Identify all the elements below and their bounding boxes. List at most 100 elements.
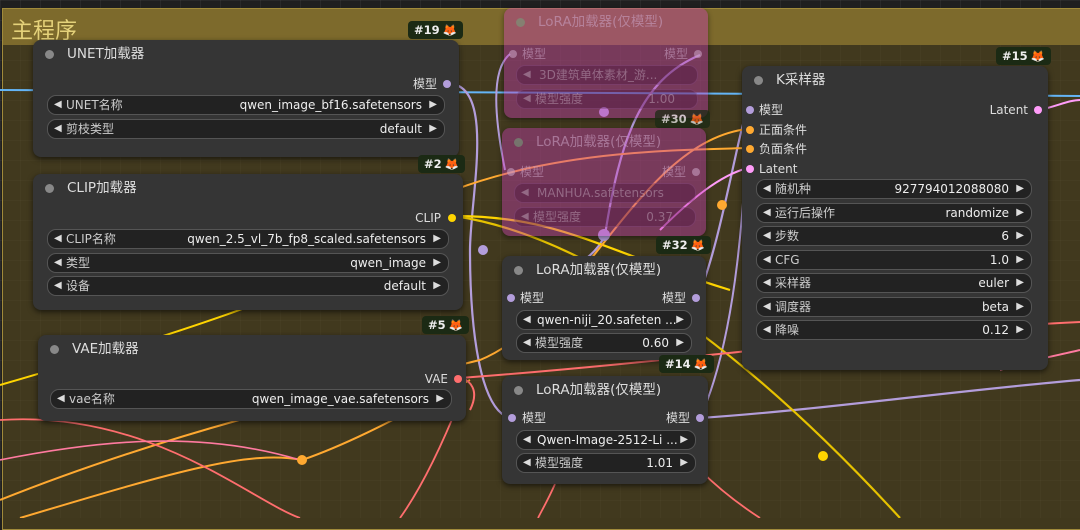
arrow-left-icon[interactable]: ◀ [521,208,529,226]
collapse-dot-icon[interactable] [45,184,54,193]
arrow-left-icon[interactable]: ◀ [54,230,62,248]
arrow-left-icon[interactable]: ◀ [54,120,62,138]
combo-scheduler[interactable]: ◀ 调度器 beta ▶ [756,297,1032,317]
arrow-left-icon[interactable]: ◀ [763,274,771,292]
arrow-left-icon[interactable]: ◀ [523,90,531,108]
node-title: LoRA加载器(仅模型) [536,262,662,278]
node-header[interactable]: CLIP加载器 [33,174,463,202]
combo-vae-name[interactable]: ◀ vae名称 qwen_image_vae.safetensors ▶ [50,389,452,409]
node-vae-loader[interactable]: VAE加载器 VAE ◀ vae名称 qwen_image_vae.safete… [38,335,466,421]
arrow-right-icon[interactable]: ▶ [433,277,441,295]
number-model-strength[interactable]: ◀ 模型强度 0.60 ▶ [516,333,692,353]
number-model-strength[interactable]: ◀ 模型强度 1.00 [516,89,698,109]
output-slot-latent[interactable] [1034,106,1042,114]
input-slot-positive[interactable] [746,126,754,134]
arrow-left-icon[interactable]: ◀ [54,277,62,295]
collapse-dot-icon[interactable] [50,345,59,354]
arrow-left-icon[interactable]: ◀ [763,227,771,245]
input-slot-model[interactable] [508,414,516,422]
node-header[interactable]: LoRA加载器(仅模型) [504,8,708,36]
node-header[interactable]: K采样器 [742,66,1048,94]
node-clip-loader[interactable]: CLIP加载器 CLIP ◀ CLIP名称 qwen_2.5_vl_7b_fp8… [33,174,463,310]
arrow-left-icon[interactable]: ◀ [763,298,771,316]
node-lora-32[interactable]: LoRA加载器(仅模型) 模型 模型 ◀ qwen-niji_20.safete… [502,256,706,360]
arrow-right-icon[interactable]: ▶ [676,334,684,352]
arrow-right-icon[interactable]: ▶ [1016,274,1024,292]
node-header[interactable]: VAE加载器 [38,335,466,363]
arrow-left-icon[interactable]: ◀ [54,96,62,114]
combo-lora-name[interactable]: ◀ 3D建筑单体素材_游... [516,65,698,85]
collapse-dot-icon[interactable] [514,386,523,395]
arrow-right-icon[interactable]: ▶ [676,311,684,329]
node-unet-loader[interactable]: UNET加载器 模型 ◀ UNET名称 qwen_image_bf16.safe… [33,40,459,157]
input-slot-model[interactable] [507,294,515,302]
output-slot-model[interactable] [696,414,704,422]
number-cfg[interactable]: ◀ CFG 1.0 ▶ [756,250,1032,270]
input-slot-model[interactable] [507,168,515,176]
arrow-right-icon[interactable]: ▶ [436,390,444,408]
arrow-right-icon[interactable]: ▶ [1016,227,1024,245]
arrow-left-icon[interactable]: ◀ [54,254,62,272]
arrow-left-icon[interactable]: ◀ [763,321,771,339]
combo-lora-name[interactable]: ◀ Qwen-Image-2512-Li ... ▶ [516,430,696,450]
combo-sampler[interactable]: ◀ 采样器 euler ▶ [756,273,1032,293]
combo-control-after[interactable]: ◀ 运行后操作 randomize ▶ [756,203,1032,223]
combo-clip-type[interactable]: ◀ 类型 qwen_image ▶ [47,253,449,273]
arrow-right-icon[interactable]: ▶ [680,431,688,449]
arrow-right-icon[interactable]: ▶ [1016,180,1024,198]
arrow-left-icon[interactable]: ◀ [523,431,531,449]
arrow-right-icon[interactable]: ▶ [1016,321,1024,339]
collapse-dot-icon[interactable] [514,266,523,275]
arrow-left-icon[interactable]: ◀ [57,390,65,408]
node-ksampler[interactable]: K采样器 模型 正面条件 负面条件 Latent Latent ◀ 随机种 92… [742,66,1048,370]
arrow-left-icon[interactable]: ◀ [523,66,531,84]
arrow-left-icon[interactable]: ◀ [763,251,771,269]
node-header[interactable]: UNET加载器 [33,40,459,68]
arrow-right-icon[interactable]: ▶ [1016,298,1024,316]
collapse-dot-icon[interactable] [754,76,763,85]
output-slot-model[interactable] [692,294,700,302]
arrow-left-icon[interactable]: ◀ [523,454,531,472]
node-lora-31[interactable]: LoRA加载器(仅模型) 模型 模型 ◀ 3D建筑单体素材_游... ◀ 模型强… [504,8,708,118]
output-slot-model[interactable] [692,168,700,176]
arrow-left-icon[interactable]: ◀ [523,334,531,352]
node-header[interactable]: LoRA加载器(仅模型) [502,128,706,156]
arrow-right-icon[interactable]: ▶ [429,96,437,114]
input-slot-latent[interactable] [746,165,754,173]
combo-unet-name[interactable]: ◀ UNET名称 qwen_image_bf16.safetensors ▶ [47,95,445,115]
number-model-strength[interactable]: ◀ 模型强度 0.37 [514,207,696,227]
arrow-left-icon[interactable]: ◀ [521,184,529,202]
arrow-right-icon[interactable]: ▶ [680,454,688,472]
number-steps[interactable]: ◀ 步数 6 ▶ [756,226,1032,246]
node-header[interactable]: LoRA加载器(仅模型) [502,256,706,284]
arrow-left-icon[interactable]: ◀ [763,204,771,222]
combo-lora-name[interactable]: ◀ MANHUA.safetensors [514,183,696,203]
arrow-right-icon[interactable]: ▶ [1016,204,1024,222]
combo-prune-type[interactable]: ◀ 剪枝类型 default ▶ [47,119,445,139]
number-denoise[interactable]: ◀ 降噪 0.12 ▶ [756,320,1032,340]
number-seed[interactable]: ◀ 随机种 927794012088080 ▶ [756,179,1032,199]
arrow-left-icon[interactable]: ◀ [523,311,531,329]
input-slot-model[interactable] [509,50,517,58]
combo-clip-device[interactable]: ◀ 设备 default ▶ [47,276,449,296]
output-slot-vae[interactable] [454,375,462,383]
arrow-left-icon[interactable]: ◀ [763,180,771,198]
node-lora-14[interactable]: LoRA加载器(仅模型) 模型 模型 ◀ Qwen-Image-2512-Li … [502,376,708,484]
collapse-dot-icon[interactable] [516,18,525,27]
arrow-right-icon[interactable]: ▶ [433,254,441,272]
output-slot-clip[interactable] [448,214,456,222]
node-header[interactable]: LoRA加载器(仅模型) [502,376,708,404]
arrow-right-icon[interactable]: ▶ [1016,251,1024,269]
output-slot-model[interactable] [694,50,702,58]
input-slot-model[interactable] [746,106,754,114]
number-model-strength[interactable]: ◀ 模型强度 1.01 ▶ [516,453,696,473]
input-slot-negative[interactable] [746,145,754,153]
arrow-right-icon[interactable]: ▶ [433,230,441,248]
node-lora-30[interactable]: LoRA加载器(仅模型) 模型 模型 ◀ MANHUA.safetensors … [502,128,706,236]
collapse-dot-icon[interactable] [45,50,54,59]
combo-clip-name[interactable]: ◀ CLIP名称 qwen_2.5_vl_7b_fp8_scaled.safet… [47,229,449,249]
collapse-dot-icon[interactable] [514,138,523,147]
arrow-right-icon[interactable]: ▶ [429,120,437,138]
combo-lora-name[interactable]: ◀ qwen-niji_20.safeten ... ▶ [516,310,692,330]
output-slot-model[interactable] [443,80,451,88]
